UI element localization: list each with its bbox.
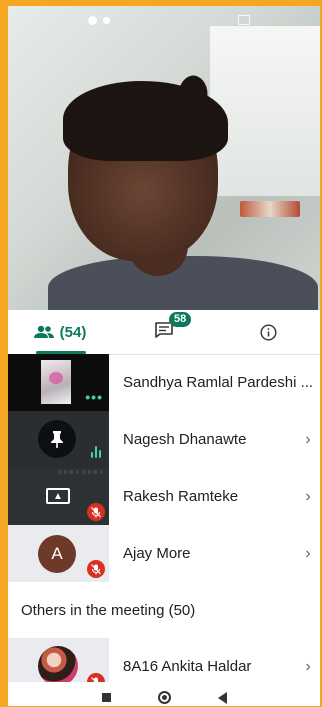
chat-unread-badge: 58 xyxy=(169,311,192,327)
phone-screen: (54) 58 ••• Sandhya Ramlal Pardeshi ... … xyxy=(8,6,320,706)
participant-row[interactable]: Nagesh Dhanawte › xyxy=(8,411,320,468)
tab-people[interactable]: (54) xyxy=(8,310,112,354)
system-nav-bar xyxy=(8,682,320,706)
more-dots-icon[interactable]: ••• xyxy=(85,389,103,405)
status-icons-right xyxy=(238,15,250,25)
chevron-right-icon[interactable]: › xyxy=(296,488,320,506)
self-video-preview xyxy=(41,360,71,404)
mic-off-icon xyxy=(87,503,105,521)
participant-video-thumb xyxy=(8,411,109,468)
tab-chat[interactable]: 58 xyxy=(112,310,216,354)
mic-off-icon xyxy=(87,560,105,578)
people-icon xyxy=(33,325,54,338)
pin-icon[interactable] xyxy=(38,420,76,458)
participant-video-thumb: ••• xyxy=(8,354,109,411)
participant-name: Rakesh Ramteke xyxy=(123,488,239,505)
speaker-shirt xyxy=(48,256,318,310)
participant-name: Nagesh Dhanawte xyxy=(123,431,247,448)
participant-name: Ajay More xyxy=(123,545,191,562)
info-icon xyxy=(259,323,277,341)
participant-avatar-thumb: A xyxy=(8,525,109,582)
participant-row[interactable]: ▲ Rakesh Ramteke › xyxy=(8,468,320,525)
main-video-feed[interactable] xyxy=(8,6,320,310)
participant-video-thumb: ▲ xyxy=(8,468,109,525)
battery-icon xyxy=(238,15,250,25)
presentation-preview-strip xyxy=(58,470,103,474)
participant-name: Sandhya Ramlal Pardeshi ... xyxy=(123,374,314,391)
avatar: A xyxy=(38,535,76,573)
home-icon[interactable] xyxy=(157,691,171,704)
notification-icon xyxy=(88,15,97,25)
audio-level-icon xyxy=(91,446,101,458)
chevron-right-icon[interactable]: › xyxy=(296,545,320,563)
status-bar xyxy=(8,6,320,34)
participants-list: ••• Sandhya Ramlal Pardeshi ... Nagesh D… xyxy=(8,354,320,695)
tab-info[interactable] xyxy=(216,310,320,354)
background-wall xyxy=(210,26,320,196)
recents-icon[interactable] xyxy=(101,693,111,702)
present-screen-icon: ▲ xyxy=(46,488,70,504)
participant-name: 8A16 Ankita Haldar xyxy=(123,658,252,675)
people-count: (54) xyxy=(59,323,87,341)
chevron-right-icon[interactable]: › xyxy=(296,658,320,676)
meeting-tabs: (54) 58 xyxy=(8,310,320,355)
avatar xyxy=(38,646,78,686)
participant-row[interactable]: ••• Sandhya Ramlal Pardeshi ... xyxy=(8,354,320,411)
background-shelf xyxy=(240,201,300,217)
status-icons-left xyxy=(88,15,110,25)
back-icon[interactable] xyxy=(217,691,227,704)
location-icon xyxy=(103,16,110,24)
participant-row[interactable]: A Ajay More › xyxy=(8,525,320,582)
others-section-header: Others in the meeting (50) xyxy=(8,582,320,638)
chevron-right-icon[interactable]: › xyxy=(296,431,320,449)
